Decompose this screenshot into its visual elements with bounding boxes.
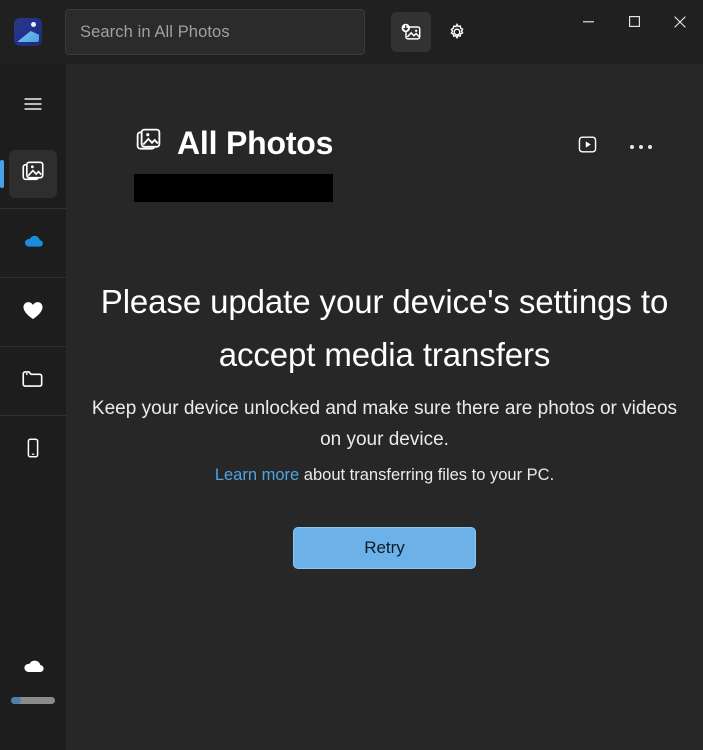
minimize-button[interactable] (565, 0, 611, 48)
folder-icon (20, 366, 46, 397)
settings-gear-icon (446, 21, 468, 43)
sidebar-item-folders[interactable] (0, 347, 66, 415)
sidebar-item-onedrive[interactable] (0, 209, 66, 277)
window-controls (565, 0, 703, 48)
titlebar: Search in All Photos (0, 0, 703, 64)
page-title-group: All Photos (134, 126, 333, 160)
sidebar-item-all-photos[interactable] (0, 140, 66, 208)
search-input[interactable]: Search in All Photos (65, 9, 365, 55)
app-body: All Photos Please update your device's s… (0, 64, 703, 750)
app-icon-mountain (17, 30, 39, 42)
app-icon-sun (31, 22, 36, 27)
close-button[interactable] (657, 0, 703, 48)
heart-icon (20, 297, 46, 328)
close-icon (673, 15, 687, 34)
learn-more-link[interactable]: Learn more (215, 466, 299, 484)
more-options-icon (630, 145, 652, 149)
storage-progress-fill (11, 697, 21, 704)
cloud-storage-icon (18, 651, 48, 686)
import-photos-icon (400, 21, 422, 43)
page-title: All Photos (177, 125, 334, 161)
more-options-button[interactable] (627, 133, 655, 161)
empty-state-title: Please update your device's settings to … (100, 283, 669, 374)
storage-progress-bar (11, 697, 55, 704)
maximize-icon (628, 15, 641, 33)
slideshow-button[interactable] (573, 133, 601, 161)
settings-button[interactable] (437, 12, 477, 52)
sidebar-menu-button[interactable] (0, 72, 66, 140)
photos-icon (134, 126, 163, 160)
photos-icon (20, 159, 46, 190)
sidebar-item-phone[interactable] (0, 416, 66, 484)
phone-icon (21, 436, 45, 465)
sidebar (0, 64, 66, 750)
photos-app-window: Search in All Photos All Photos Please u… (0, 0, 703, 750)
learn-more-suffix: about transferring files to your PC. (299, 466, 555, 485)
header-actions (573, 126, 655, 161)
learn-more-row: Learn more about transferring files to y… (215, 466, 554, 485)
import-photos-button[interactable] (391, 12, 431, 52)
hamburger-menu-icon (21, 92, 45, 121)
empty-state-subtitle: Keep your device unlocked and make sure … (91, 397, 678, 450)
sidebar-item-favorites[interactable] (0, 278, 66, 346)
content-header: All Photos (66, 64, 703, 161)
photos-app-icon (14, 18, 42, 46)
titlebar-actions (391, 12, 477, 52)
retry-button[interactable]: Retry (293, 527, 476, 570)
slideshow-play-icon (576, 133, 599, 161)
main-content: All Photos Please update your device's s… (66, 64, 703, 750)
minimize-icon (582, 15, 595, 33)
storage-indicator[interactable] (0, 651, 66, 750)
maximize-button[interactable] (611, 0, 657, 48)
onedrive-cloud-icon (19, 227, 47, 260)
redacted-bar (134, 174, 333, 202)
search-placeholder: Search in All Photos (80, 22, 230, 41)
empty-state: Please update your device's settings to … (66, 202, 703, 750)
